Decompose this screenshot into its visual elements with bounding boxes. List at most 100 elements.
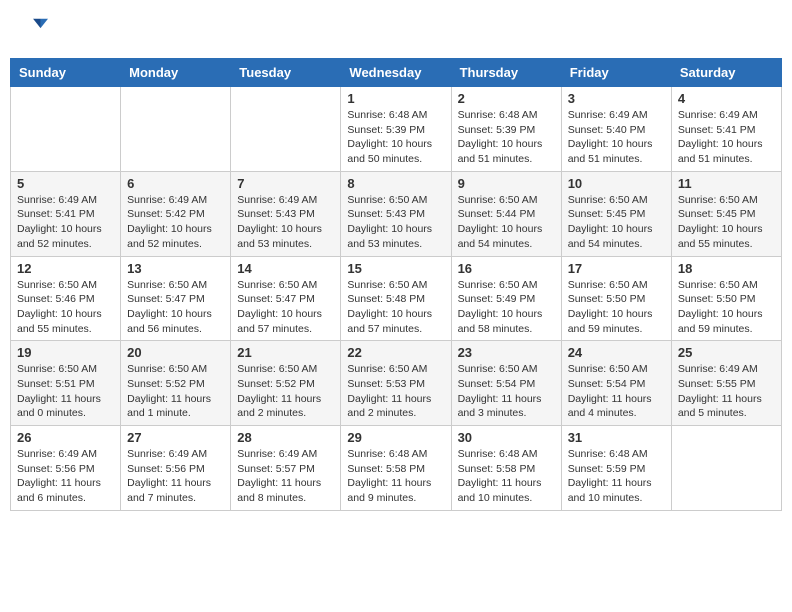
day-info: Sunrise: 6:49 AM Sunset: 5:41 PM Dayligh… <box>678 108 775 167</box>
day-number: 3 <box>568 91 665 106</box>
day-number: 7 <box>237 176 334 191</box>
day-number: 6 <box>127 176 224 191</box>
calendar-cell: 10 Sunrise: 6:50 AM Sunset: 5:45 PM Dayli… <box>561 171 671 256</box>
day-info: Sunrise: 6:49 AM Sunset: 5:42 PM Dayligh… <box>127 193 224 252</box>
column-header-friday: Friday <box>561 59 671 87</box>
day-info: Sunrise: 6:48 AM Sunset: 5:58 PM Dayligh… <box>347 447 444 506</box>
logo <box>20 15 50 43</box>
day-number: 24 <box>568 345 665 360</box>
logo-icon <box>20 15 48 43</box>
day-number: 29 <box>347 430 444 445</box>
calendar-cell: 24 Sunrise: 6:50 AM Sunset: 5:54 PM Dayli… <box>561 341 671 426</box>
calendar-cell: 1 Sunrise: 6:48 AM Sunset: 5:39 PM Daylig… <box>341 87 451 172</box>
day-info: Sunrise: 6:50 AM Sunset: 5:45 PM Dayligh… <box>678 193 775 252</box>
day-number: 1 <box>347 91 444 106</box>
calendar-cell: 30 Sunrise: 6:48 AM Sunset: 5:58 PM Dayli… <box>451 426 561 511</box>
day-number: 25 <box>678 345 775 360</box>
day-number: 23 <box>458 345 555 360</box>
day-info: Sunrise: 6:50 AM Sunset: 5:53 PM Dayligh… <box>347 362 444 421</box>
calendar-cell <box>121 87 231 172</box>
day-info: Sunrise: 6:50 AM Sunset: 5:49 PM Dayligh… <box>458 278 555 337</box>
day-info: Sunrise: 6:50 AM Sunset: 5:54 PM Dayligh… <box>458 362 555 421</box>
day-number: 5 <box>17 176 114 191</box>
day-info: Sunrise: 6:50 AM Sunset: 5:52 PM Dayligh… <box>127 362 224 421</box>
calendar-week-row: 19 Sunrise: 6:50 AM Sunset: 5:51 PM Dayli… <box>11 341 782 426</box>
header <box>10 10 782 48</box>
calendar-cell: 5 Sunrise: 6:49 AM Sunset: 5:41 PM Daylig… <box>11 171 121 256</box>
calendar-cell: 12 Sunrise: 6:50 AM Sunset: 5:46 PM Dayli… <box>11 256 121 341</box>
day-number: 20 <box>127 345 224 360</box>
calendar-cell: 23 Sunrise: 6:50 AM Sunset: 5:54 PM Dayli… <box>451 341 561 426</box>
day-number: 16 <box>458 261 555 276</box>
calendar-header-row: SundayMondayTuesdayWednesdayThursdayFrid… <box>11 59 782 87</box>
day-info: Sunrise: 6:49 AM Sunset: 5:41 PM Dayligh… <box>17 193 114 252</box>
calendar-week-row: 5 Sunrise: 6:49 AM Sunset: 5:41 PM Daylig… <box>11 171 782 256</box>
day-number: 2 <box>458 91 555 106</box>
column-header-saturday: Saturday <box>671 59 781 87</box>
day-info: Sunrise: 6:50 AM Sunset: 5:44 PM Dayligh… <box>458 193 555 252</box>
day-number: 21 <box>237 345 334 360</box>
day-number: 15 <box>347 261 444 276</box>
day-number: 10 <box>568 176 665 191</box>
calendar-cell: 27Sunrise: 6:49 AM Sunset: 5:56 PM Dayli… <box>121 426 231 511</box>
calendar-cell: 9 Sunrise: 6:50 AM Sunset: 5:44 PM Daylig… <box>451 171 561 256</box>
day-info: Sunrise: 6:50 AM Sunset: 5:50 PM Dayligh… <box>568 278 665 337</box>
calendar: SundayMondayTuesdayWednesdayThursdayFrid… <box>10 58 782 511</box>
day-info: Sunrise: 6:49 AM Sunset: 5:40 PM Dayligh… <box>568 108 665 167</box>
day-number: 4 <box>678 91 775 106</box>
day-info: Sunrise: 6:48 AM Sunset: 5:39 PM Dayligh… <box>458 108 555 167</box>
day-number: 13 <box>127 261 224 276</box>
calendar-cell: 19 Sunrise: 6:50 AM Sunset: 5:51 PM Dayli… <box>11 341 121 426</box>
day-info: Sunrise: 6:50 AM Sunset: 5:54 PM Dayligh… <box>568 362 665 421</box>
day-number: 8 <box>347 176 444 191</box>
day-info: Sunrise: 6:50 AM Sunset: 5:51 PM Dayligh… <box>17 362 114 421</box>
calendar-cell: 4 Sunrise: 6:49 AM Sunset: 5:41 PM Daylig… <box>671 87 781 172</box>
calendar-cell <box>671 426 781 511</box>
calendar-cell: 18Sunrise: 6:50 AM Sunset: 5:50 PM Dayli… <box>671 256 781 341</box>
calendar-week-row: 26 Sunrise: 6:49 AM Sunset: 5:56 PM Dayli… <box>11 426 782 511</box>
day-number: 18 <box>678 261 775 276</box>
calendar-cell: 28 Sunrise: 6:49 AM Sunset: 5:57 PM Dayli… <box>231 426 341 511</box>
day-number: 19 <box>17 345 114 360</box>
calendar-cell: 20 Sunrise: 6:50 AM Sunset: 5:52 PM Dayli… <box>121 341 231 426</box>
column-header-tuesday: Tuesday <box>231 59 341 87</box>
calendar-cell: 29 Sunrise: 6:48 AM Sunset: 5:58 PM Dayli… <box>341 426 451 511</box>
calendar-cell: 13Sunrise: 6:50 AM Sunset: 5:47 PM Dayli… <box>121 256 231 341</box>
day-info: Sunrise: 6:48 AM Sunset: 5:58 PM Dayligh… <box>458 447 555 506</box>
day-info: Sunrise: 6:50 AM Sunset: 5:52 PM Dayligh… <box>237 362 334 421</box>
calendar-cell: 15 Sunrise: 6:50 AM Sunset: 5:48 PM Dayli… <box>341 256 451 341</box>
calendar-cell: 31Sunrise: 6:48 AM Sunset: 5:59 PM Dayli… <box>561 426 671 511</box>
calendar-cell: 11Sunrise: 6:50 AM Sunset: 5:45 PM Dayli… <box>671 171 781 256</box>
column-header-sunday: Sunday <box>11 59 121 87</box>
day-number: 12 <box>17 261 114 276</box>
day-number: 22 <box>347 345 444 360</box>
column-header-monday: Monday <box>121 59 231 87</box>
day-number: 9 <box>458 176 555 191</box>
day-info: Sunrise: 6:48 AM Sunset: 5:39 PM Dayligh… <box>347 108 444 167</box>
calendar-cell: 3 Sunrise: 6:49 AM Sunset: 5:40 PM Daylig… <box>561 87 671 172</box>
calendar-cell: 21 Sunrise: 6:50 AM Sunset: 5:52 PM Dayli… <box>231 341 341 426</box>
day-number: 27 <box>127 430 224 445</box>
day-info: Sunrise: 6:49 AM Sunset: 5:55 PM Dayligh… <box>678 362 775 421</box>
day-number: 14 <box>237 261 334 276</box>
day-info: Sunrise: 6:50 AM Sunset: 5:47 PM Dayligh… <box>237 278 334 337</box>
day-number: 17 <box>568 261 665 276</box>
calendar-cell: 14 Sunrise: 6:50 AM Sunset: 5:47 PM Dayli… <box>231 256 341 341</box>
calendar-cell: 25 Sunrise: 6:49 AM Sunset: 5:55 PM Dayli… <box>671 341 781 426</box>
day-number: 26 <box>17 430 114 445</box>
calendar-cell: 17 Sunrise: 6:50 AM Sunset: 5:50 PM Dayli… <box>561 256 671 341</box>
day-number: 28 <box>237 430 334 445</box>
calendar-cell: 8 Sunrise: 6:50 AM Sunset: 5:43 PM Daylig… <box>341 171 451 256</box>
calendar-cell: 26 Sunrise: 6:49 AM Sunset: 5:56 PM Dayli… <box>11 426 121 511</box>
day-number: 30 <box>458 430 555 445</box>
day-info: Sunrise: 6:49 AM Sunset: 5:56 PM Dayligh… <box>17 447 114 506</box>
column-header-wednesday: Wednesday <box>341 59 451 87</box>
calendar-week-row: 12 Sunrise: 6:50 AM Sunset: 5:46 PM Dayli… <box>11 256 782 341</box>
day-info: Sunrise: 6:49 AM Sunset: 5:57 PM Dayligh… <box>237 447 334 506</box>
day-info: Sunrise: 6:50 AM Sunset: 5:46 PM Dayligh… <box>17 278 114 337</box>
calendar-cell <box>11 87 121 172</box>
day-info: Sunrise: 6:50 AM Sunset: 5:45 PM Dayligh… <box>568 193 665 252</box>
day-info: Sunrise: 6:50 AM Sunset: 5:48 PM Dayligh… <box>347 278 444 337</box>
day-info: Sunrise: 6:50 AM Sunset: 5:43 PM Dayligh… <box>347 193 444 252</box>
calendar-cell: 16 Sunrise: 6:50 AM Sunset: 5:49 PM Dayli… <box>451 256 561 341</box>
